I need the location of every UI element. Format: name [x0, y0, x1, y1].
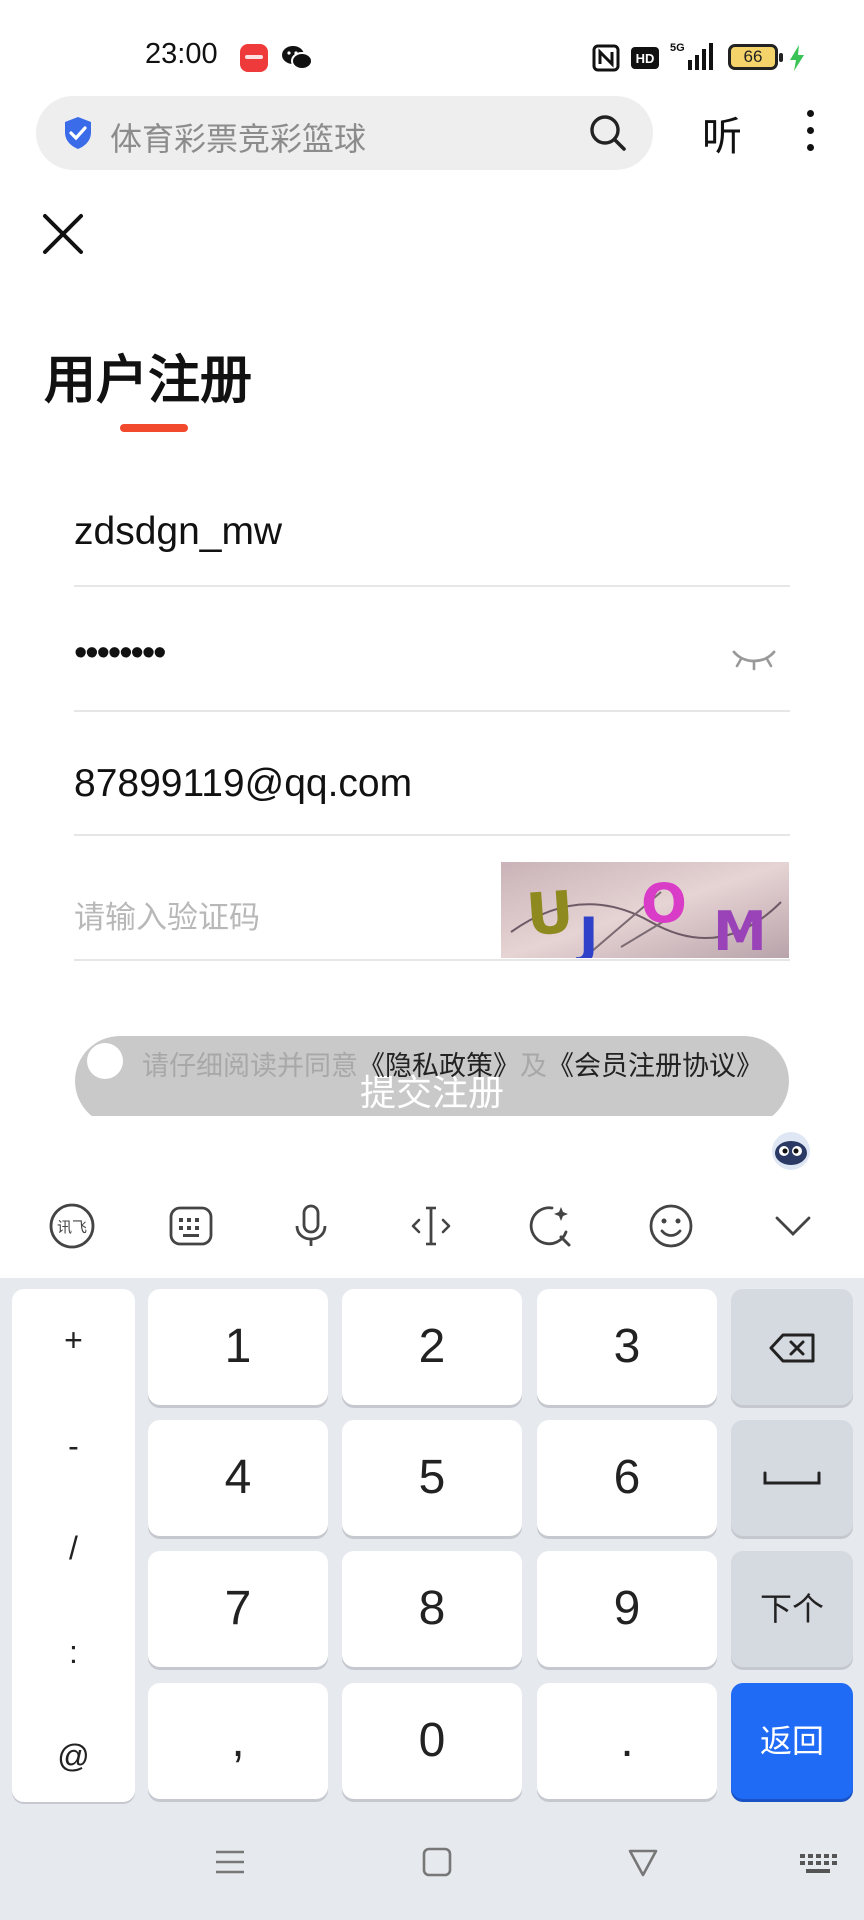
back-nav-icon[interactable]	[627, 1846, 659, 1878]
close-icon[interactable]	[42, 213, 84, 255]
title-underline	[120, 424, 188, 432]
password-field[interactable]: ••••••••	[74, 632, 166, 675]
status-time: 23:00	[145, 38, 218, 70]
svg-text:O: O	[641, 872, 687, 935]
more-icon[interactable]	[803, 110, 817, 158]
email-divider	[74, 834, 790, 836]
listen-button[interactable]: 听	[702, 104, 742, 162]
key-comma[interactable]: ,	[148, 1683, 328, 1799]
key-2[interactable]: 2	[342, 1289, 522, 1405]
agree-and: 及	[520, 1051, 547, 1082]
space-key[interactable]	[731, 1420, 853, 1536]
captcha-divider	[74, 959, 790, 961]
eye-closed-icon[interactable]	[731, 647, 777, 673]
symbol-key[interactable]: @	[12, 1738, 135, 1775]
battery-icon: 66	[728, 44, 783, 70]
symbol-key[interactable]: +	[12, 1322, 135, 1359]
symbol-key[interactable]: /	[12, 1530, 135, 1567]
page-title: 用户注册	[44, 351, 253, 411]
key-1[interactable]: 1	[148, 1289, 328, 1405]
shield-check-icon	[65, 117, 91, 149]
search-query-text[interactable]: 体育彩票竞彩篮球	[110, 114, 366, 160]
ime-icon[interactable]: 讯飞	[48, 1202, 96, 1250]
captcha-input[interactable]: 请输入验证码	[74, 892, 260, 937]
return-key[interactable]: 返回	[731, 1683, 853, 1799]
search-icon[interactable]	[589, 114, 627, 152]
keyboard-layout-icon[interactable]	[167, 1202, 215, 1250]
nfc-icon	[592, 44, 620, 72]
member-agreement-link[interactable]: 《会员注册协议》	[547, 1051, 763, 1082]
key-period[interactable]: .	[537, 1683, 717, 1799]
key-6[interactable]: 6	[537, 1420, 717, 1536]
next-key[interactable]: 下个	[731, 1551, 853, 1667]
email-field[interactable]: 87899119@qq.com	[74, 762, 412, 806]
svg-text:讯飞: 讯飞	[57, 1218, 87, 1236]
agree-prefix: 请仔细阅读并同意	[142, 1051, 358, 1082]
symbol-key[interactable]: -	[12, 1428, 135, 1465]
key-9[interactable]: 9	[537, 1551, 717, 1667]
backspace-key[interactable]	[731, 1289, 853, 1405]
space-icon	[763, 1471, 821, 1485]
keyboard-toolbar	[0, 1116, 864, 1278]
backspace-icon	[769, 1333, 815, 1363]
svg-text:5G: 5G	[670, 42, 685, 54]
username-field[interactable]: zdsdgn_mw	[74, 510, 282, 554]
key-8[interactable]: 8	[342, 1551, 522, 1667]
menu-nav-icon[interactable]	[214, 1846, 246, 1878]
username-divider	[74, 585, 790, 587]
svg-text:U: U	[524, 878, 576, 949]
key-5[interactable]: 5	[342, 1420, 522, 1536]
agreement-text: 请仔细阅读并同意《隐私政策》及《会员注册协议》	[142, 1044, 763, 1083]
microphone-icon[interactable]	[287, 1202, 335, 1250]
5g-signal-icon: 5G	[670, 42, 713, 70]
svg-text:J: J	[576, 907, 598, 958]
agree-radio[interactable]	[87, 1043, 123, 1079]
key-3[interactable]: 3	[537, 1289, 717, 1405]
charging-icon	[790, 45, 804, 71]
key-4[interactable]: 4	[148, 1420, 328, 1536]
ai-magic-icon[interactable]	[526, 1202, 574, 1250]
privacy-policy-link[interactable]: 《隐私政策》	[358, 1051, 520, 1082]
search-bar[interactable]: 体育彩票竞彩篮球	[36, 96, 653, 170]
captcha-image[interactable]: U J O M	[501, 862, 789, 958]
password-divider	[74, 710, 790, 712]
red-app-icon	[240, 44, 268, 72]
assistant-mascot-icon[interactable]	[770, 1130, 812, 1172]
chevron-down-icon[interactable]	[769, 1202, 817, 1250]
svg-text:M: M	[713, 900, 767, 958]
home-nav-icon[interactable]	[421, 1846, 453, 1878]
cursor-move-icon[interactable]	[407, 1202, 455, 1250]
key-7[interactable]: 7	[148, 1551, 328, 1667]
keyboard-switch-icon[interactable]	[798, 1852, 838, 1876]
emoji-icon[interactable]	[647, 1202, 695, 1250]
status-bar: 23:00 HD 5G 66	[0, 0, 864, 100]
hd-icon: HD	[631, 47, 659, 69]
svg-text:HD: HD	[636, 51, 655, 66]
wechat-icon	[282, 46, 313, 70]
key-0[interactable]: 0	[342, 1683, 522, 1799]
symbol-key[interactable]: :	[12, 1634, 135, 1671]
